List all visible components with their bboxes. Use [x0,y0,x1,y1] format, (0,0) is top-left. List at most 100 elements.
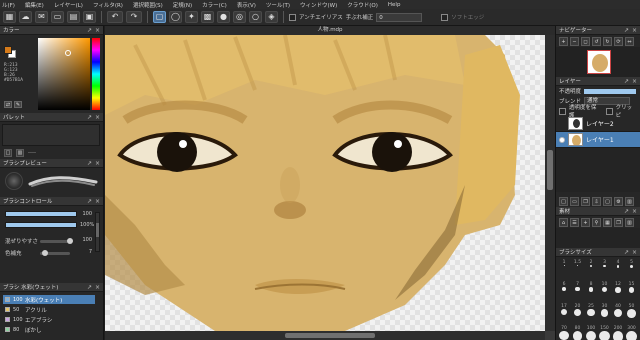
menu-select[interactable]: 選択範囲(S) [133,1,163,9]
zoom-out-icon[interactable]: − [570,36,579,46]
brush-size-cell[interactable]: 15 [626,282,638,298]
undo-icon[interactable]: ↶ [107,11,123,23]
brush-size-cell[interactable]: 5 [626,260,638,276]
popout-icon[interactable]: ↗ [87,160,92,167]
close-icon[interactable]: × [632,208,637,215]
brush-list-item[interactable]: 100 エアブラシ [3,315,95,324]
brush-size-slider[interactable] [5,211,77,217]
zoom-fit-icon[interactable]: ◻ [581,36,590,46]
brush-size-cell[interactable]: 17 [558,304,570,320]
redo-icon[interactable]: ↷ [126,11,142,23]
close-icon[interactable]: × [632,249,637,256]
flip-icon[interactable]: ⇔ [625,36,634,46]
canvas-horizontal-scrollbar[interactable] [105,331,545,340]
soft-edge-checkbox[interactable] [441,13,449,21]
menu-help[interactable]: Help [388,2,401,8]
material-home-icon[interactable]: ⌂ [559,217,568,227]
brush-list-item[interactable]: 50 アクリル [3,305,95,314]
brush-list-item[interactable]: 100 水彩(ウェット) [3,295,95,304]
stabilizer-select[interactable]: 0 [376,12,423,22]
popout-icon[interactable]: ↗ [624,249,629,256]
blend-slider[interactable] [40,238,73,244]
brush-size-cell[interactable]: 200 [612,326,624,340]
navigator-thumbnail[interactable] [587,50,611,74]
blend-slider-knob[interactable] [67,238,73,244]
material-list-icon[interactable]: ☰ [570,217,579,227]
merge-layer-icon[interactable]: ⇩ [592,197,601,206]
brush-size-cell[interactable]: 100 [585,326,597,340]
eye-icon[interactable] [559,121,565,127]
clipping-checkbox[interactable] [605,107,613,115]
close-icon[interactable]: × [95,160,100,167]
popout-icon[interactable]: ↗ [87,114,92,121]
menu-cloud[interactable]: クラウド(O) [347,1,378,9]
menu-file[interactable]: ル(F) [2,1,15,9]
correction-slider[interactable] [40,250,70,256]
film-icon[interactable]: ▣ [83,11,96,23]
popout-icon[interactable]: ↗ [624,27,629,34]
brush-size-cell[interactable]: 3 [599,260,611,276]
foreground-color-swatch[interactable] [4,46,12,54]
duplicate-layer-icon[interactable]: ❐ [581,197,590,206]
menu-ruler[interactable]: 定規(N) [173,1,192,9]
eraser-icon[interactable]: ◎ [233,11,246,23]
brush-size-cell[interactable]: 10 [599,282,611,298]
menu-layer[interactable]: レイヤー(L) [54,1,83,9]
brush-size-cell[interactable]: 6 [558,282,570,298]
close-icon[interactable]: × [95,198,100,205]
menu-color[interactable]: カラー(C) [202,1,227,9]
brush-control-scrollbar[interactable] [95,212,100,252]
popout-icon[interactable]: ↗ [624,208,629,215]
material-copy-icon[interactable]: ❐ [614,217,623,227]
fill-icon[interactable]: ◈ [265,11,278,23]
lasso-icon[interactable]: ◯ [169,11,182,23]
window-icon[interactable]: ▭ [51,11,64,23]
new-palette-icon[interactable]: □ [4,149,12,157]
close-icon[interactable]: × [95,114,100,121]
reset-icon[interactable]: ⟳ [614,36,623,46]
correction-slider-knob[interactable] [42,250,49,256]
brush-size-cell[interactable]: 300 [626,326,638,340]
brush-icon[interactable]: ● [217,11,230,23]
brush-size-cell[interactable]: 40 [612,304,624,320]
clear-layer-icon[interactable]: ▢ [603,197,612,206]
circle-icon[interactable]: ○ [249,11,262,23]
saturation-value-picker[interactable] [38,38,90,110]
brush-size-cell[interactable]: 20 [572,304,584,320]
grid-icon[interactable]: ▦ [3,11,16,23]
brush-size-cell[interactable]: 80 [572,326,584,340]
material-grid-icon[interactable]: ▦ [603,217,612,227]
material-zoom-icon[interactable]: + [581,217,590,227]
brush-size-cell[interactable]: 50 [626,304,638,320]
brush-size-cell[interactable]: 150 [599,326,611,340]
brush-size-cell[interactable]: 12 [612,282,624,298]
rotate-left-icon[interactable]: ↺ [592,36,601,46]
popout-icon[interactable]: ↗ [624,78,629,85]
material-search-icon[interactable]: ⚲ [592,217,601,227]
brush-size-cell[interactable]: 1.5 [572,260,584,276]
antialias-checkbox[interactable] [289,13,296,21]
trash-icon[interactable]: ▥ [625,217,634,227]
zoom-in-icon[interactable]: + [559,36,568,46]
rotate-right-icon[interactable]: ↻ [603,36,612,46]
brush-size-cell[interactable]: 70 [558,326,570,340]
chat-icon[interactable]: ✉ [35,11,48,23]
popout-icon[interactable]: ↗ [87,284,92,291]
navigator-preview[interactable] [556,47,640,77]
close-icon[interactable]: × [95,27,100,34]
brush-opacity-slider[interactable] [5,222,77,228]
new-layer-icon[interactable]: □ [559,197,568,206]
new-folder-icon[interactable]: ▭ [570,197,579,206]
menu-filter[interactable]: フィルタ(R) [93,1,123,9]
swap-color-icon[interactable]: ⇄ [4,101,12,108]
menu-tool[interactable]: ツール(T) [266,1,290,9]
protect-alpha-checkbox[interactable] [559,107,566,115]
palette-swatch-area[interactable] [2,124,100,146]
layer-opacity-slider[interactable] [584,88,637,94]
rect-select-icon[interactable]: ▢ [153,11,166,23]
brush-size-cell[interactable]: 8 [585,282,597,298]
cloud-icon[interactable]: ☁ [19,11,32,23]
brush-size-cell[interactable]: 25 [585,304,597,320]
brush-size-cell[interactable]: 7 [572,282,584,298]
canvas-vertical-scrollbar[interactable] [545,35,555,331]
